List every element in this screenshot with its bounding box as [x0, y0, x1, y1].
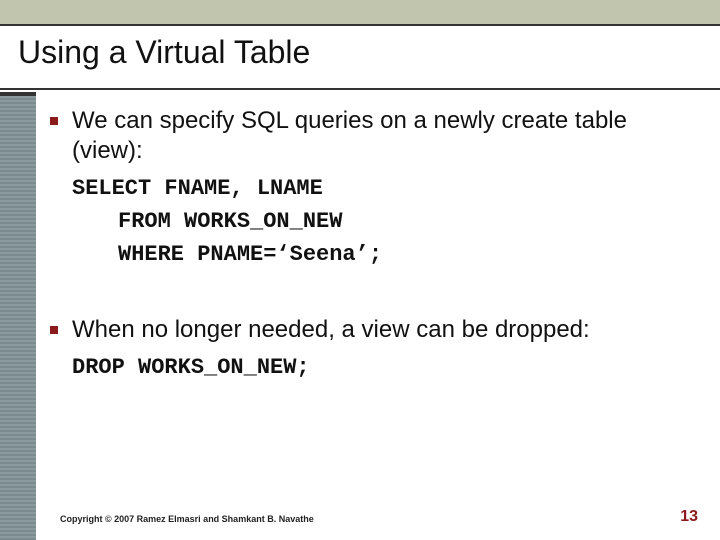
bullet-text: We can specify SQL queries on a newly cr… [72, 106, 702, 166]
bullet-item: When no longer needed, a view can be dro… [36, 315, 702, 345]
code-line: FROM WORKS_ON_NEW [72, 205, 702, 238]
left-decor-rail [0, 92, 36, 540]
bullet-text: When no longer needed, a view can be dro… [72, 315, 590, 345]
page-number: 13 [680, 508, 698, 526]
bullet-item: We can specify SQL queries on a newly cr… [36, 106, 702, 166]
footer-copyright: Copyright © 2007 Ramez Elmasri and Shamk… [60, 514, 314, 524]
bullet-square-icon [50, 326, 58, 334]
code-block: SELECT FNAME, LNAME FROM WORKS_ON_NEW WH… [72, 172, 702, 271]
slide-content: We can specify SQL queries on a newly cr… [36, 106, 702, 490]
top-decor-band [0, 0, 720, 24]
code-line: SELECT FNAME, LNAME [72, 172, 702, 205]
code-line: WHERE PNAME=‘Seena’; [72, 238, 702, 271]
code-block: DROP WORKS_ON_NEW; [72, 351, 702, 384]
code-line: DROP WORKS_ON_NEW; [72, 351, 702, 384]
title-bar: Using a Virtual Table [0, 24, 720, 90]
slide-title: Using a Virtual Table [18, 34, 702, 71]
bullet-square-icon [50, 117, 58, 125]
slide-container: Using a Virtual Table We can specify SQL… [0, 0, 720, 540]
spacer [36, 271, 702, 315]
